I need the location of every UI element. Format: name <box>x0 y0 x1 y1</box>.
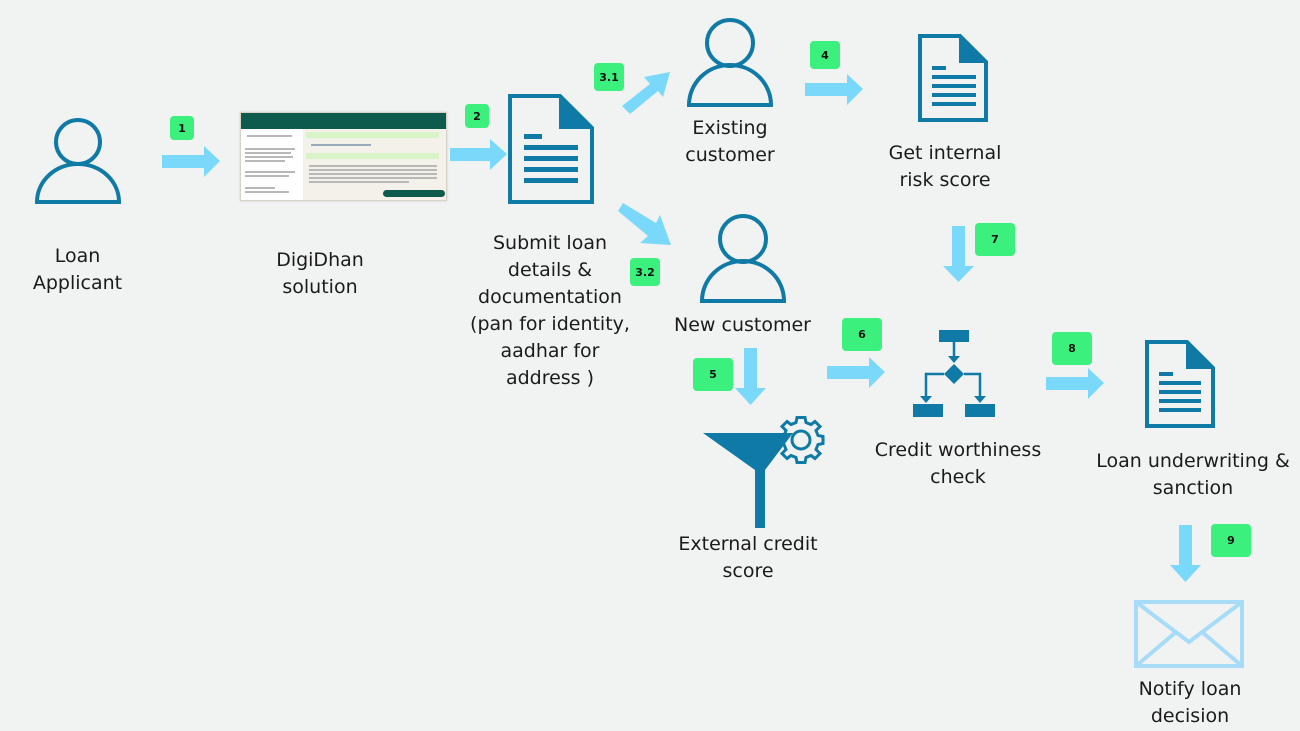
arrow-down-right-icon <box>618 203 671 245</box>
existing-customer-person-icon <box>686 18 774 107</box>
arrow-up-right-icon <box>622 72 670 114</box>
loan-applicant-person-icon <box>34 118 122 204</box>
step-badge-2: 2 <box>465 104 489 128</box>
digidhan-label: DigiDhan solution <box>276 249 364 298</box>
arrow-right-icon <box>827 357 885 388</box>
funnel-gear-icon <box>703 416 825 528</box>
digidhan-app-screenshot <box>240 112 447 201</box>
arrow-down-icon <box>943 226 974 282</box>
step-badge-7: 7 <box>975 223 1015 256</box>
arrow-right-icon <box>162 146 220 177</box>
step-badge-5: 5 <box>693 358 733 391</box>
step-badge-4: 4 <box>810 41 840 69</box>
arrow-down-icon <box>1170 525 1201 582</box>
new-customer-person-icon <box>699 214 787 303</box>
envelope-icon <box>1134 600 1244 668</box>
step-badge-1: 1 <box>170 116 194 140</box>
external-credit-label: External credit score <box>678 533 818 582</box>
submit-document-icon <box>508 94 594 204</box>
notify-label: Notify loan decision <box>1138 678 1242 727</box>
credit-worthiness-label: Credit worthiness check <box>874 439 1042 488</box>
step-badge-8: 8 <box>1052 332 1092 365</box>
new-customer-label: New customer <box>674 314 811 336</box>
flowchart-icon <box>913 330 995 417</box>
step-badge-3-1: 3.1 <box>594 63 624 91</box>
arrow-right-icon <box>450 139 507 170</box>
underwriting-label: Loan underwriting & sanction <box>1096 450 1290 499</box>
step-badge-3-2: 3.2 <box>630 258 660 286</box>
loan-applicant-label: Loan Applicant <box>32 245 123 294</box>
existing-customer-label: Existing customer <box>685 117 775 166</box>
arrow-right-icon <box>805 74 863 105</box>
arrow-down-icon <box>735 348 766 405</box>
internal-risk-document-icon <box>918 34 988 122</box>
underwriting-document-icon <box>1145 340 1215 428</box>
arrow-right-icon <box>1046 368 1104 399</box>
step-badge-9: 9 <box>1211 524 1251 557</box>
internal-risk-label: Get internal risk score <box>888 142 1002 191</box>
step-badge-6: 6 <box>842 318 882 351</box>
submit-loan-label: Submit loan details & documentation (pan… <box>470 232 630 389</box>
